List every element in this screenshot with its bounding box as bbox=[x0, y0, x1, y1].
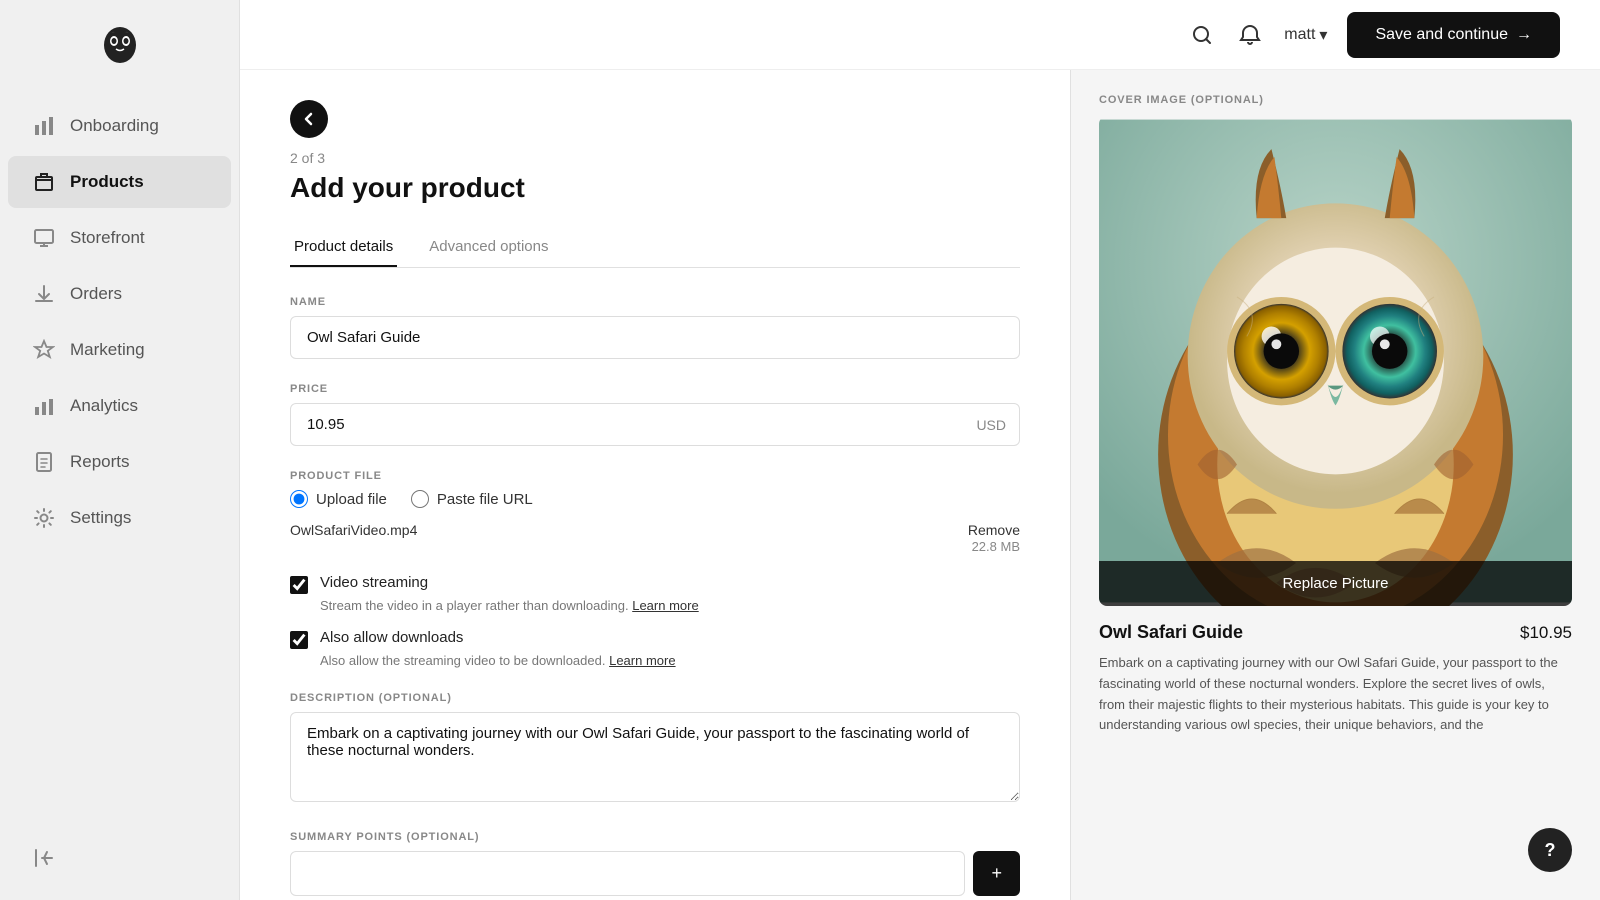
search-icon[interactable] bbox=[1188, 21, 1216, 49]
currency-label: USD bbox=[976, 417, 1006, 433]
exit-icon bbox=[32, 846, 56, 870]
also-allow-downloads-label: Also allow downloads bbox=[320, 629, 463, 646]
price-input-wrap: USD bbox=[290, 403, 1020, 446]
also-allow-downloads-checkbox[interactable] bbox=[290, 631, 308, 649]
chevron-down-icon: ▾ bbox=[1319, 25, 1327, 45]
sidebar-bottom bbox=[0, 816, 239, 900]
cover-image-label: COVER IMAGE (OPTIONAL) bbox=[1099, 94, 1572, 106]
video-streaming-row: Video streaming bbox=[290, 574, 1020, 594]
document-icon bbox=[32, 450, 56, 474]
video-streaming-desc: Stream the video in a player rather than… bbox=[320, 598, 1020, 613]
step-label: 2 of 3 bbox=[290, 150, 1020, 166]
file-type-radio-group: Upload file Paste file URL bbox=[290, 490, 1020, 508]
sidebar-item-settings-label: Settings bbox=[70, 508, 131, 528]
also-allow-downloads-desc: Also allow the streaming video to be dow… bbox=[320, 653, 1020, 668]
price-field-group: PRICE USD bbox=[290, 383, 1020, 446]
chart-icon bbox=[32, 114, 56, 138]
also-allow-downloads-group: Also allow downloads Also allow the stre… bbox=[290, 629, 1020, 668]
bar-chart-icon bbox=[32, 394, 56, 418]
main-content: matt ▾ Save and continue → 2 of 3 Add yo… bbox=[240, 0, 1600, 900]
replace-picture-button[interactable]: Replace Picture bbox=[1099, 561, 1572, 606]
video-streaming-label: Video streaming bbox=[320, 574, 428, 591]
sidebar-item-analytics-label: Analytics bbox=[70, 396, 138, 416]
topbar: matt ▾ Save and continue → bbox=[240, 0, 1600, 70]
paste-url-option[interactable]: Paste file URL bbox=[411, 490, 533, 508]
sidebar-item-marketing-label: Marketing bbox=[70, 340, 145, 360]
upload-file-radio[interactable] bbox=[290, 490, 308, 508]
summary-input[interactable] bbox=[290, 851, 965, 896]
sidebar-item-reports[interactable]: Reports bbox=[8, 436, 231, 488]
sidebar-item-products[interactable]: Products bbox=[8, 156, 231, 208]
cover-image-container: Replace Picture bbox=[1099, 116, 1572, 606]
preview-panel: COVER IMAGE (OPTIONAL) bbox=[1070, 70, 1600, 900]
upload-file-option[interactable]: Upload file bbox=[290, 490, 387, 508]
price-label: PRICE bbox=[290, 383, 1020, 395]
product-preview-name: Owl Safari Guide bbox=[1099, 622, 1243, 643]
file-name: OwlSafariVideo.mp4 bbox=[290, 522, 417, 538]
sidebar-item-storefront[interactable]: Storefront bbox=[8, 212, 231, 264]
sidebar-item-onboarding-label: Onboarding bbox=[70, 116, 159, 136]
sidebar-item-reports-label: Reports bbox=[70, 452, 130, 472]
box-icon bbox=[32, 170, 56, 194]
file-row: OwlSafariVideo.mp4 Remove 22.8 MB bbox=[290, 522, 1020, 556]
gear-icon bbox=[32, 506, 56, 530]
paste-url-radio[interactable] bbox=[411, 490, 429, 508]
sidebar-item-analytics[interactable]: Analytics bbox=[8, 380, 231, 432]
summary-field-group: SUMMARY POINTS (OPTIONAL) + bbox=[290, 831, 1020, 896]
product-preview-title-row: Owl Safari Guide $10.95 bbox=[1099, 622, 1572, 643]
sidebar: Onboarding Products Storefront Orders Ma bbox=[0, 0, 240, 900]
app-logo bbox=[95, 20, 145, 70]
content-area: 2 of 3 Add your product Product details … bbox=[240, 70, 1600, 900]
sidebar-item-onboarding[interactable]: Onboarding bbox=[8, 100, 231, 152]
video-streaming-group: Video streaming Stream the video in a pl… bbox=[290, 574, 1020, 613]
product-preview-price: $10.95 bbox=[1520, 623, 1572, 643]
summary-label: SUMMARY POINTS (OPTIONAL) bbox=[290, 831, 1020, 843]
name-field-group: NAME bbox=[290, 296, 1020, 359]
notifications-icon[interactable] bbox=[1236, 21, 1264, 49]
name-label: NAME bbox=[290, 296, 1020, 308]
description-label: DESCRIPTION (OPTIONAL) bbox=[290, 692, 1020, 704]
sidebar-item-products-label: Products bbox=[70, 172, 144, 192]
help-button[interactable]: ? bbox=[1528, 828, 1572, 872]
video-streaming-learn-more[interactable]: Learn more bbox=[632, 598, 698, 613]
star-icon bbox=[32, 338, 56, 362]
remove-file-button[interactable]: Remove bbox=[968, 522, 1020, 538]
sidebar-item-settings[interactable]: Settings bbox=[8, 492, 231, 544]
sidebar-item-orders[interactable]: Orders bbox=[8, 268, 231, 320]
owl-image bbox=[1099, 116, 1572, 606]
also-allow-downloads-learn-more[interactable]: Learn more bbox=[609, 653, 675, 668]
download-icon bbox=[32, 282, 56, 306]
tab-advanced-options[interactable]: Advanced options bbox=[425, 228, 552, 267]
page-title: Add your product bbox=[290, 172, 1020, 204]
description-field-group: DESCRIPTION (OPTIONAL) bbox=[290, 692, 1020, 807]
sidebar-item-marketing[interactable]: Marketing bbox=[8, 324, 231, 376]
back-button[interactable] bbox=[290, 100, 328, 138]
name-input[interactable] bbox=[290, 316, 1020, 359]
arrow-right-icon: → bbox=[1516, 26, 1532, 44]
product-file-label: PRODUCT FILE bbox=[290, 470, 1020, 482]
form-panel: 2 of 3 Add your product Product details … bbox=[240, 70, 1070, 900]
price-input[interactable] bbox=[290, 403, 1020, 446]
also-allow-downloads-row: Also allow downloads bbox=[290, 629, 1020, 649]
video-streaming-checkbox[interactable] bbox=[290, 576, 308, 594]
tab-bar: Product details Advanced options bbox=[290, 228, 1020, 268]
user-menu[interactable]: matt ▾ bbox=[1284, 25, 1327, 45]
sidebar-nav: Onboarding Products Storefront Orders Ma bbox=[0, 100, 239, 544]
description-input[interactable] bbox=[290, 712, 1020, 802]
tab-product-details[interactable]: Product details bbox=[290, 228, 397, 267]
add-summary-button[interactable]: + bbox=[973, 851, 1020, 896]
file-size: 22.8 MB bbox=[972, 539, 1020, 554]
monitor-icon bbox=[32, 226, 56, 250]
product-preview-desc: Embark on a captivating journey with our… bbox=[1099, 653, 1572, 736]
product-file-field-group: PRODUCT FILE Upload file Paste file URL … bbox=[290, 470, 1020, 668]
save-continue-button[interactable]: Save and continue → bbox=[1347, 12, 1560, 58]
sidebar-item-orders-label: Orders bbox=[70, 284, 122, 304]
sidebar-item-exit[interactable] bbox=[8, 832, 231, 884]
file-meta: Remove 22.8 MB bbox=[968, 522, 1020, 556]
sidebar-item-storefront-label: Storefront bbox=[70, 228, 145, 248]
